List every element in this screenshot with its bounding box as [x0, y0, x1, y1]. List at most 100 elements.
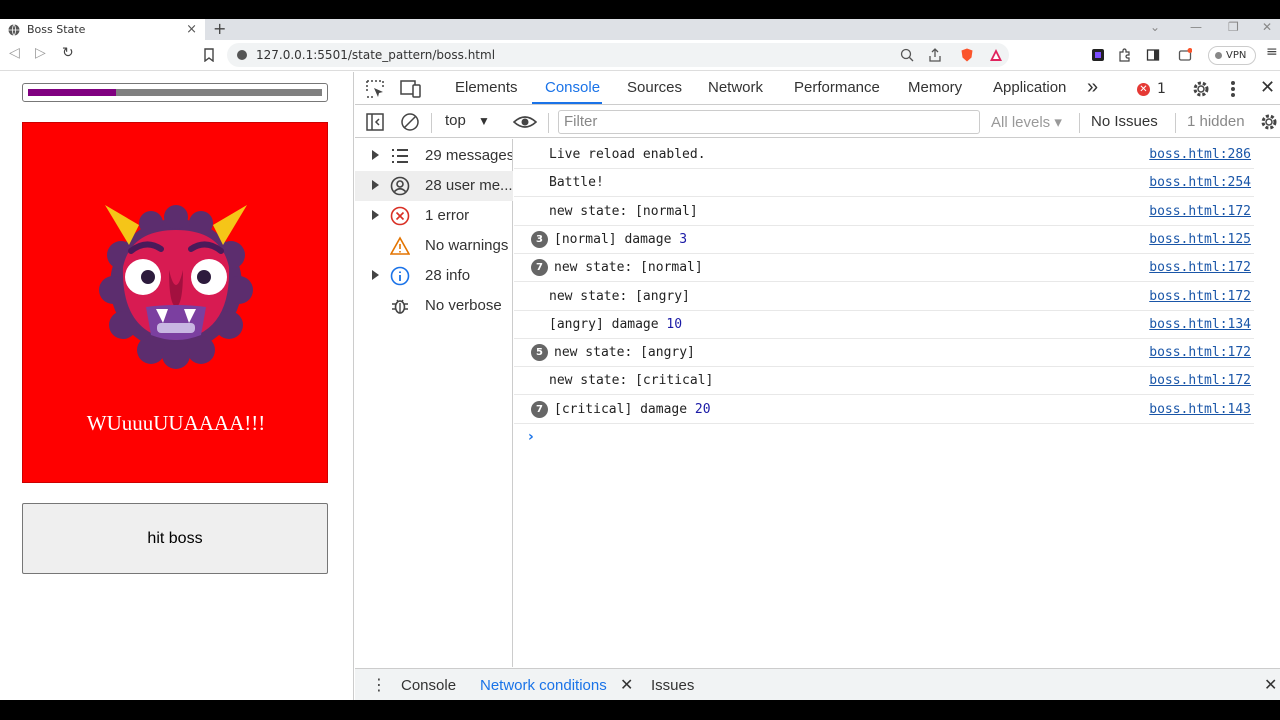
error-counter[interactable]: ✕ 1: [1137, 81, 1166, 97]
message-number: 20: [694, 401, 711, 417]
back-icon[interactable]: ◁: [9, 45, 20, 61]
user-icon: [390, 176, 410, 196]
filter-input[interactable]: Filter: [558, 110, 980, 134]
source-link[interactable]: boss.html:172: [1149, 345, 1251, 360]
browser-tab-boss-state[interactable]: Boss State ×: [0, 19, 205, 40]
bookmark-icon[interactable]: [202, 48, 216, 62]
wallet-icon[interactable]: [1178, 48, 1192, 62]
vpn-button[interactable]: VPN: [1208, 46, 1256, 65]
source-link[interactable]: boss.html:125: [1149, 232, 1251, 247]
share-icon[interactable]: [928, 48, 942, 62]
toolbar: ◁ ▷ ↻ 127.0.0.1:5501/state_pattern/boss.…: [0, 40, 1280, 71]
sidebar-item-user-messages[interactable]: 28 user me...: [355, 171, 513, 201]
sidebar-icon[interactable]: [1146, 48, 1160, 62]
drawer-tab-console[interactable]: Console: [401, 677, 456, 694]
repeat-count-badge: 7: [531, 400, 548, 418]
issues-button[interactable]: No Issues: [1091, 113, 1158, 130]
source-link[interactable]: boss.html:172: [1149, 260, 1251, 275]
source-link[interactable]: boss.html:143: [1149, 402, 1251, 417]
message-body: new state: [normal]: [554, 260, 703, 276]
source-link[interactable]: boss.html:254: [1149, 175, 1251, 190]
vpn-label: VPN: [1226, 50, 1247, 61]
window-bottom-edge: [0, 700, 1280, 720]
tab-search-icon[interactable]: ⌄: [1150, 20, 1160, 34]
expand-arrow-icon[interactable]: [372, 150, 379, 160]
restore-icon[interactable]: ❐: [1228, 20, 1239, 34]
expand-arrow-icon[interactable]: [372, 270, 379, 280]
message-body: [angry] damage: [549, 316, 667, 332]
expand-arrow-icon[interactable]: [372, 210, 379, 220]
sidebar-item-info[interactable]: 28 info: [355, 261, 513, 291]
reload-icon[interactable]: ↻: [62, 45, 74, 61]
sidebar-item-warnings[interactable]: No warnings: [355, 231, 513, 261]
boss-shout-text: WUuuuUUAAAA!!!: [86, 411, 266, 435]
brave-shield-icon[interactable]: [960, 48, 974, 62]
address-bar[interactable]: 127.0.0.1:5501/state_pattern/boss.html: [227, 43, 1009, 67]
tab-close-icon[interactable]: ×: [186, 22, 197, 37]
context-selector[interactable]: top ▼: [445, 112, 490, 129]
tab-sources[interactable]: Sources: [627, 79, 682, 96]
tab-performance[interactable]: Performance: [794, 79, 880, 96]
clear-console-icon[interactable]: [400, 112, 420, 132]
close-devtools-icon[interactable]: ✕: [1260, 77, 1275, 98]
message-text: new state: [angry]: [554, 345, 695, 360]
message-text: [angry] damage 10: [549, 317, 682, 332]
message-text: new state: [angry]: [549, 289, 690, 304]
tab-title: Boss State: [27, 23, 86, 36]
more-tabs-icon[interactable]: »: [1087, 76, 1098, 99]
repeat-count-badge: 7: [531, 259, 548, 277]
message-text: [critical] damage 20: [554, 402, 711, 417]
tab-memory[interactable]: Memory: [908, 79, 962, 96]
device-toolbar-icon[interactable]: [400, 79, 422, 99]
zoom-icon[interactable]: [900, 48, 914, 62]
console-settings-gear-icon[interactable]: [1259, 112, 1279, 132]
console-prompt-icon[interactable]: ›: [528, 429, 534, 445]
new-tab-button[interactable]: +: [213, 19, 226, 39]
source-link[interactable]: boss.html:172: [1149, 373, 1251, 388]
source-link[interactable]: boss.html:172: [1149, 289, 1251, 304]
toolbar-divider: [1079, 113, 1080, 133]
close-drawer-icon[interactable]: ✕: [1264, 675, 1277, 694]
message-text: Battle!: [549, 175, 604, 190]
customize-menu-icon[interactable]: [1229, 79, 1237, 99]
hit-boss-button[interactable]: hit boss: [22, 503, 328, 574]
sidebar-label: No verbose: [425, 297, 502, 314]
log-levels-dropdown[interactable]: All levels ▾: [991, 113, 1062, 131]
inspect-element-icon[interactable]: [365, 79, 385, 99]
tab-console[interactable]: Console: [545, 79, 600, 96]
rewards-icon[interactable]: [989, 48, 1003, 62]
message-body: Live reload enabled.: [549, 147, 706, 162]
sidebar-item-messages[interactable]: 29 messages: [355, 141, 513, 171]
extension-icon[interactable]: [1091, 48, 1105, 62]
message-body: new state: [normal]: [549, 203, 698, 219]
puzzle-icon[interactable]: [1118, 48, 1132, 62]
tab-elements[interactable]: Elements: [455, 79, 518, 96]
drawer-tab-network-conditions[interactable]: Network conditions: [480, 677, 607, 694]
forward-icon[interactable]: ▷: [35, 45, 46, 61]
show-sidebar-icon[interactable]: [365, 112, 385, 132]
devtools-drawer: ⋮ Console Network conditions ✕ Issues ✕: [355, 668, 1280, 700]
minimize-icon[interactable]: —: [1190, 20, 1202, 34]
drawer-tab-issues[interactable]: Issues: [651, 677, 694, 694]
close-tab-icon[interactable]: ✕: [620, 675, 633, 694]
menu-icon[interactable]: ≡: [1266, 44, 1278, 60]
message-text: new state: [critical]: [549, 373, 713, 388]
live-expression-eye-icon[interactable]: [513, 112, 537, 132]
sidebar-item-errors[interactable]: 1 error: [355, 201, 513, 231]
source-link[interactable]: boss.html:286: [1149, 147, 1251, 162]
expand-arrow-icon[interactable]: [372, 180, 379, 190]
message-body: new state: [angry]: [549, 288, 690, 304]
source-link[interactable]: boss.html:172: [1149, 204, 1251, 219]
tab-network[interactable]: Network: [708, 79, 763, 96]
drawer-menu-icon[interactable]: ⋮: [371, 675, 387, 694]
tab-application[interactable]: Application: [993, 79, 1066, 96]
context-label: top: [445, 112, 466, 129]
settings-gear-icon[interactable]: [1191, 79, 1211, 99]
sidebar-item-verbose[interactable]: No verbose: [355, 291, 513, 321]
web-page: WUuuuUUAAAA!!! hit boss: [0, 72, 354, 700]
site-info-icon[interactable]: [237, 50, 247, 60]
window-close-icon[interactable]: ✕: [1262, 20, 1272, 34]
source-link[interactable]: boss.html:134: [1149, 317, 1251, 332]
chevron-down-icon: ▼: [478, 114, 490, 128]
message-number: 3: [679, 231, 688, 247]
